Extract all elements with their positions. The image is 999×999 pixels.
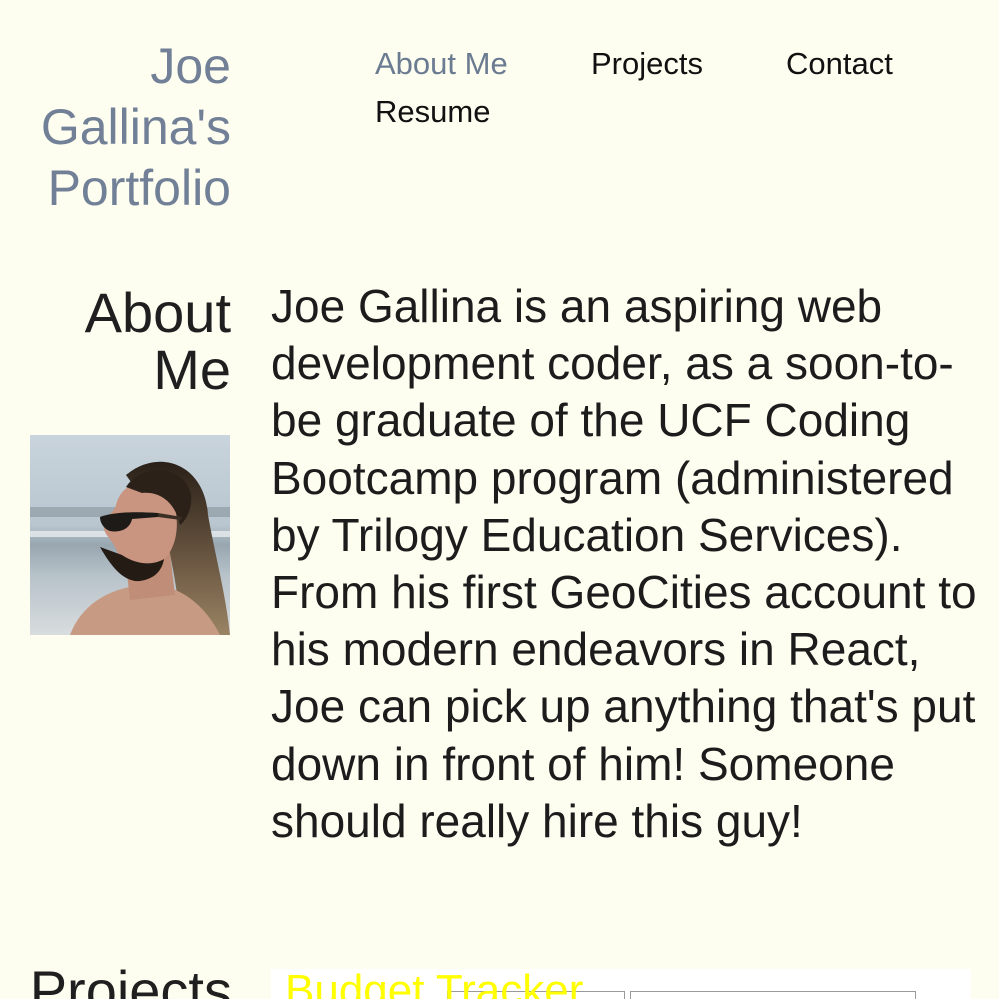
about-bio: Joe Gallina is an aspiring web developme… — [271, 280, 977, 847]
profile-photo — [30, 435, 230, 635]
profile-photo-icon — [30, 435, 230, 635]
projects-heading: Projects — [29, 959, 232, 999]
about-heading-line-1: About — [84, 281, 231, 344]
site-title-line-3: Portfolio — [47, 160, 231, 216]
about-heading-line-2: Me — [153, 338, 231, 401]
site-title-line-2: Gallina's — [40, 99, 231, 155]
about-heading: About Me — [0, 284, 231, 398]
project-title[interactable]: Budget Tracker — [285, 966, 583, 999]
nav-link-about-me[interactable]: About Me — [375, 40, 508, 88]
nav-link-projects[interactable]: Projects — [591, 40, 703, 88]
nav-link-resume[interactable]: Resume — [375, 88, 490, 136]
nav-link-contact[interactable]: Contact — [786, 40, 893, 88]
project-image-frame — [630, 991, 916, 999]
site-title-line-1: Joe — [150, 38, 231, 94]
site-title[interactable]: Joe Gallina's Portfolio — [0, 36, 231, 219]
portfolio-page: Joe Gallina's Portfolio About Me Project… — [0, 0, 999, 999]
